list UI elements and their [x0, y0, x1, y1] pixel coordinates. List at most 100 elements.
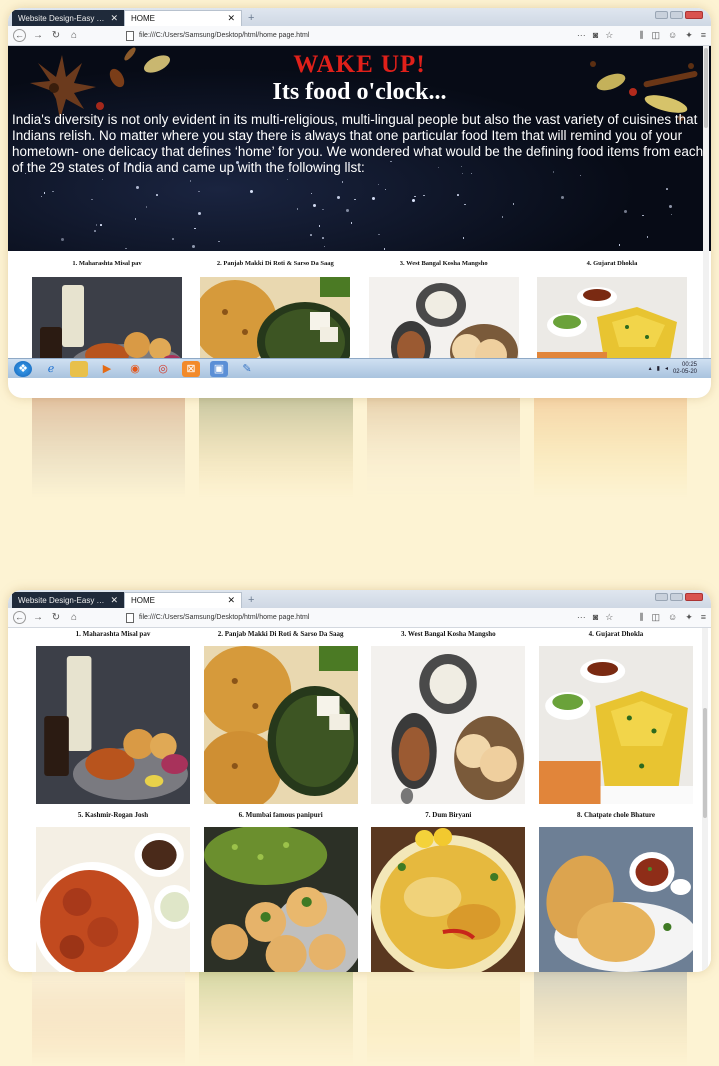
star-decoration	[384, 188, 387, 191]
tab-website-design[interactable]: Website Design-Easy Tutorial ✕	[12, 10, 124, 26]
clock[interactable]: 00:25 02-05-20	[673, 362, 697, 376]
extension-icon[interactable]: ✦	[685, 30, 693, 41]
reload-icon[interactable]: ↻	[50, 30, 62, 41]
misal-pav-image	[36, 646, 190, 804]
file-explorer-icon[interactable]	[70, 360, 88, 377]
food-caption: 6. Mumbai famous panipuri	[238, 811, 323, 819]
tray-arrow-icon[interactable]: ▴	[649, 365, 652, 372]
star-decoration	[411, 198, 415, 202]
chrome-icon[interactable]: ◎	[154, 361, 172, 377]
close-window-button[interactable]	[685, 11, 703, 19]
network-icon[interactable]: ▮	[657, 365, 660, 372]
dum-biryani-image	[371, 827, 526, 972]
xampp-icon[interactable]: ⊠	[182, 360, 200, 377]
maximize-button[interactable]	[670, 593, 683, 601]
maximize-button[interactable]	[670, 11, 683, 19]
back-icon[interactable]: ←	[13, 611, 26, 624]
app-window-icon[interactable]: ▣	[210, 360, 228, 377]
start-icon[interactable]: ❖	[14, 360, 32, 377]
menu-icon[interactable]: ≡	[701, 30, 706, 41]
star-decoration	[350, 222, 353, 224]
tab-home[interactable]: HOME ✕	[124, 592, 242, 608]
bookmark-star-icon[interactable]: ☆	[605, 612, 613, 623]
dhokla-image	[538, 646, 693, 804]
star-decoration	[337, 196, 341, 200]
star-decoration	[198, 190, 200, 193]
close-icon[interactable]: ✕	[227, 13, 235, 24]
sidebar-icon[interactable]: ◫	[651, 612, 660, 623]
star-decoration	[378, 233, 380, 236]
library-icon[interactable]: ⫼	[639, 30, 643, 41]
url-text: file:///C:/Users/Samsung/Desktop/html/ho…	[139, 614, 310, 621]
food-card: 8. Chatpate chole Bhature	[538, 809, 699, 972]
library-icon[interactable]: ⫼	[639, 612, 643, 623]
close-icon[interactable]: ✕	[227, 595, 235, 606]
food-grid-row-1: 1. Maharashta Misal pav 2. Panjab Makki …	[8, 628, 711, 811]
address-actions: ··· ◙ ☆	[577, 612, 614, 623]
back-icon[interactable]: ←	[13, 29, 26, 42]
window-controls	[655, 11, 703, 19]
minimize-button[interactable]	[655, 593, 668, 601]
panipuri-image	[203, 825, 363, 972]
media-player-icon[interactable]: ▶	[98, 361, 116, 377]
hero-intro-text: India's diversity is not only evident in…	[12, 112, 704, 175]
extension-icon[interactable]: ✦	[685, 612, 693, 623]
star-decoration	[552, 171, 555, 173]
pocket-icon[interactable]: ◙	[593, 612, 598, 623]
forward-icon[interactable]: →	[32, 30, 44, 41]
close-window-button[interactable]	[685, 593, 703, 601]
new-tab-button[interactable]: +	[242, 592, 260, 608]
tab-label: Website Design-Easy Tutorial	[18, 595, 104, 605]
paint-icon[interactable]: ✎	[238, 361, 256, 377]
page-scrollbar[interactable]	[702, 628, 708, 972]
star-decoration	[371, 196, 375, 200]
account-icon[interactable]: ☺	[668, 30, 677, 41]
bookmark-star-icon[interactable]: ☆	[605, 30, 613, 41]
menu-icon[interactable]: ≡	[701, 612, 706, 623]
address-bar[interactable]: file:///C:/Users/Samsung/Desktop/html/ho…	[86, 610, 571, 625]
star-decoration	[624, 210, 627, 214]
internet-explorer-icon[interactable]: ℯ	[42, 361, 60, 377]
makki-roti-image	[198, 646, 362, 811]
toolbar: ⫼ ◫ ☺ ✦ ≡	[639, 612, 706, 623]
sidebar-icon[interactable]: ◫	[651, 30, 660, 41]
close-icon[interactable]: ✕	[110, 595, 118, 606]
more-icon[interactable]: ···	[577, 30, 586, 41]
volume-icon[interactable]: ◂	[665, 365, 668, 372]
more-icon[interactable]: ···	[577, 612, 586, 623]
hero-banner: WAKE UP! Its food o'clock... India's div…	[8, 46, 711, 251]
scrollbar-thumb[interactable]	[703, 708, 707, 818]
home-icon[interactable]: ⌂	[68, 30, 80, 41]
page-scrollbar[interactable]	[703, 46, 709, 358]
forward-icon[interactable]: →	[32, 612, 44, 623]
star-decoration	[512, 203, 515, 205]
star-decoration	[501, 216, 504, 218]
food-card: 6. Mumbai famous panipuri	[203, 809, 363, 972]
firefox-icon[interactable]: ◉	[126, 361, 144, 377]
star-decoration	[145, 206, 148, 208]
kosha-mangsho-image	[371, 646, 526, 804]
address-bar[interactable]: file:///C:/Users/Samsung/Desktop/html/ho…	[86, 28, 571, 43]
star-decoration	[560, 195, 564, 199]
tab-home[interactable]: HOME ✕	[124, 10, 242, 26]
pocket-icon[interactable]: ◙	[593, 30, 598, 41]
reload-icon[interactable]: ↻	[50, 612, 62, 623]
food-card: 2. Panjab Makki Di Roti & Sarso Da Saag	[198, 628, 362, 811]
star-decoration	[191, 245, 195, 249]
food-card: 7. Dum Biryani	[371, 809, 526, 972]
account-icon[interactable]: ☺	[668, 612, 677, 623]
toolbar: ⫼ ◫ ☺ ✦ ≡	[639, 30, 706, 41]
star-decoration	[377, 183, 380, 186]
home-icon[interactable]: ⌂	[68, 612, 80, 623]
tab-website-design[interactable]: Website Design-Easy Tutorial ✕	[12, 592, 124, 608]
star-decoration	[322, 237, 324, 239]
scrollbar-thumb[interactable]	[704, 48, 708, 128]
star-decoration	[457, 194, 459, 196]
new-tab-button[interactable]: +	[242, 10, 260, 26]
url-text: file:///C:/Users/Samsung/Desktop/html/ho…	[139, 32, 310, 39]
star-decoration	[101, 178, 104, 181]
star-decoration	[669, 205, 673, 209]
close-icon[interactable]: ✕	[110, 13, 118, 24]
star-decoration	[423, 194, 425, 197]
minimize-button[interactable]	[655, 11, 668, 19]
